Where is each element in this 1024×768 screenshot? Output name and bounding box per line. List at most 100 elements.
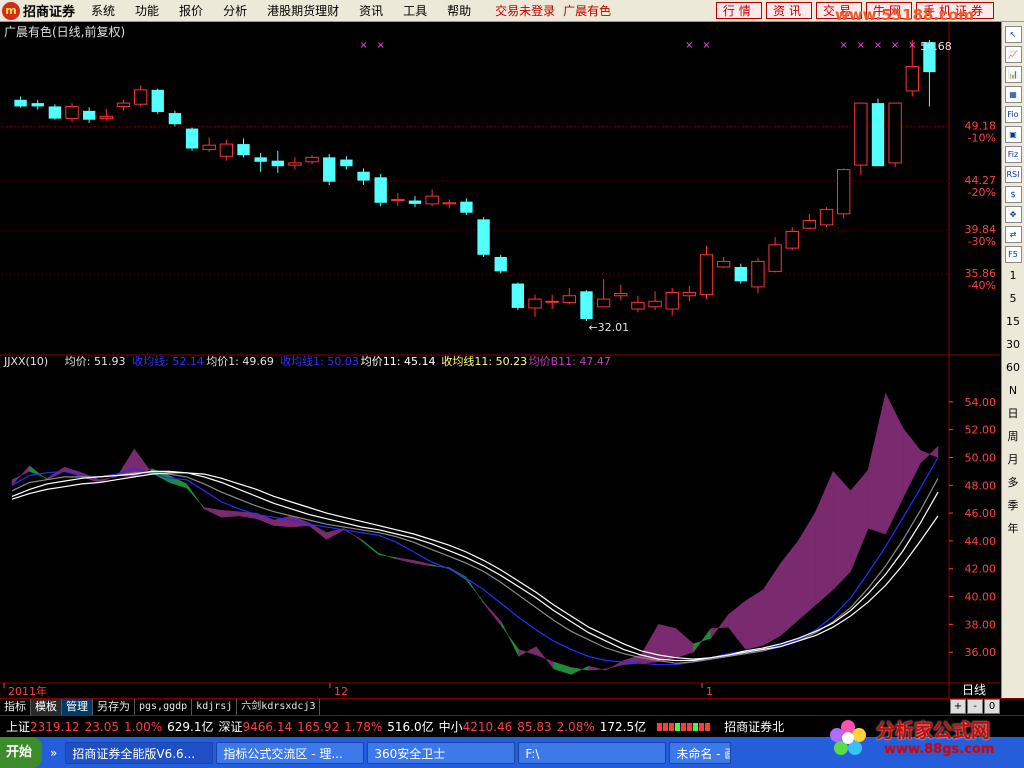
toolbar-button-23[interactable]: 年 <box>1008 519 1019 539</box>
toolbar-button-4[interactable]: Fio <box>1004 106 1022 123</box>
ribbon-segment <box>815 471 834 606</box>
tab-liujian[interactable]: 六剑kdrsxdcj3 <box>237 699 321 715</box>
toolbar-button-5[interactable]: ▣ <box>1004 126 1022 143</box>
candle-body-down <box>237 144 250 156</box>
time-tick-label: 1 <box>706 685 713 698</box>
candle-body-up <box>425 195 439 205</box>
signal-marker: × <box>857 40 865 51</box>
tab-kdjrsj[interactable]: kdjrsj <box>192 699 238 715</box>
ribbon-segment <box>466 576 484 605</box>
candle-body-up <box>716 260 731 268</box>
indicator-legend-1: 均价: 51.93 <box>65 355 126 368</box>
indicator-tick-label: 48.00 <box>965 479 997 492</box>
indicator-tick-label: 42.00 <box>965 563 997 576</box>
toolbar-button-12[interactable]: 1 <box>1010 266 1017 286</box>
brand-watermark: 分析家公式网 www.88gs.com <box>818 712 1018 766</box>
ribbon-segment <box>483 601 502 627</box>
toolbar-button-19[interactable]: 周 <box>1008 427 1019 447</box>
menu-system[interactable]: 系统 <box>81 2 125 19</box>
toolbar-button-1[interactable]: 📈 <box>1004 46 1022 63</box>
ribbon-segment <box>186 483 205 510</box>
menu-hk-futures[interactable]: 港股期货理财 <box>257 2 349 19</box>
candle-body-up <box>614 293 628 297</box>
toolbar-button-18[interactable]: 日 <box>1008 404 1019 424</box>
toolbar-button-11[interactable]: F5 <box>1004 246 1022 263</box>
tab-indicator[interactable]: 指标 <box>0 699 31 715</box>
ribbon-segment <box>710 613 729 640</box>
toolbar-button-7[interactable]: RSI <box>1004 166 1022 183</box>
candle-body-up <box>99 115 113 120</box>
chart-canvas[interactable]: 广晨有色(日线,前复权)49.18-10%44.27-20%39.84-30%3… <box>0 22 1000 698</box>
signal-marker: × <box>376 40 384 51</box>
ribbon-segment <box>675 627 694 659</box>
menu-analysis[interactable]: 分析 <box>213 2 257 19</box>
tab-manage[interactable]: 管理 <box>62 699 93 715</box>
toolbar-button-22[interactable]: 季 <box>1008 496 1019 516</box>
logo-text: 招商证券 <box>23 5 76 20</box>
quote-button[interactable]: 行情 <box>715 2 762 19</box>
ribbon-segment <box>413 560 432 567</box>
menu-tools[interactable]: 工具 <box>393 2 437 19</box>
task-paint[interactable]: 未命名 - 画 <box>669 741 732 764</box>
indicator-tick-label: 40.00 <box>965 591 997 604</box>
candle-body-down <box>580 291 593 319</box>
toolbar-button-20[interactable]: 月 <box>1008 450 1019 470</box>
candle-body-up <box>65 105 79 120</box>
signal-marker: × <box>874 40 882 51</box>
task-forum[interactable]: 指标公式交流区 - 理... <box>216 741 365 764</box>
brand-name: 分析家公式网 <box>876 720 991 742</box>
period-label[interactable]: 日线 <box>962 681 986 698</box>
breadth-bar <box>705 722 711 731</box>
ribbon-segment <box>221 510 240 518</box>
toolbar-button-16[interactable]: 60 <box>1006 358 1020 378</box>
toolbar-button-8[interactable]: $ <box>1004 186 1022 203</box>
ribbon-segment <box>902 427 921 498</box>
signal-marker: × <box>359 40 367 51</box>
indicator-tick-label: 36.00 <box>965 646 997 659</box>
indicator-tick-label: 44.00 <box>965 535 997 548</box>
toolbar-button-10[interactable]: ⇄ <box>1004 226 1022 243</box>
tab-save-as[interactable]: 另存为 <box>93 699 135 715</box>
task-360[interactable]: 360安全卫士 <box>367 741 516 764</box>
menu-help[interactable]: 帮助 <box>437 2 481 19</box>
chart-stage[interactable]: 广晨有色(日线,前复权) 49.18 -10% 44.27 -20% 39.84 -30% 3… <box>0 22 1000 698</box>
toolbar-button-21[interactable]: 多 <box>1008 473 1019 493</box>
candle-body-down <box>357 171 370 181</box>
toolbar-button-2[interactable]: 📊 <box>1004 66 1022 83</box>
candle-body-up <box>545 300 559 303</box>
toolbar-button-13[interactable]: 5 <box>1010 289 1017 309</box>
candle-body-up <box>391 198 405 202</box>
ribbon-segment <box>797 510 816 621</box>
breadth-bar <box>657 722 663 731</box>
candle-body-down <box>494 257 507 272</box>
task-folder[interactable]: F:\ <box>518 741 667 764</box>
candle-body-up <box>682 291 697 297</box>
toolbar-button-15[interactable]: 30 <box>1006 335 1020 355</box>
menu-news[interactable]: 资讯 <box>349 2 393 19</box>
candle-body-up <box>665 291 679 310</box>
ribbon-segment <box>780 540 799 637</box>
signal-marker: × <box>839 40 847 51</box>
toolbar-button-6[interactable]: Fiz <box>1004 146 1022 163</box>
candle-body-up <box>596 298 611 308</box>
candle-body-up <box>905 66 919 92</box>
tab-template[interactable]: 模板 <box>31 699 62 715</box>
flower-logo-icon <box>830 720 866 755</box>
menu-function[interactable]: 功能 <box>125 2 169 19</box>
toolbar-button-3[interactable]: ▦ <box>1004 86 1022 103</box>
menu-quote[interactable]: 报价 <box>169 2 213 19</box>
toolbar-button-17[interactable]: N <box>1009 381 1017 401</box>
low-annotation: ←32.01 <box>588 321 629 334</box>
news-button[interactable]: 资讯 <box>765 2 812 19</box>
candle-body-down <box>254 157 267 162</box>
toolbar-button-9[interactable]: ✥ <box>1004 206 1022 223</box>
toolbar-button-14[interactable]: 15 <box>1006 312 1020 332</box>
task-zhaoshang[interactable]: 招商证券全能版V6.6... <box>65 741 214 764</box>
breadth-bar <box>663 722 669 731</box>
candle-body-up <box>699 254 714 296</box>
start-button[interactable]: 开始 <box>0 737 43 768</box>
candle-body-up <box>888 102 902 164</box>
quick-launch-icon[interactable]: » <box>50 746 57 760</box>
toolbar-button-0[interactable]: ↖ <box>1004 26 1022 43</box>
tab-pgs-ggdp[interactable]: pgs,ggdp <box>135 699 193 715</box>
